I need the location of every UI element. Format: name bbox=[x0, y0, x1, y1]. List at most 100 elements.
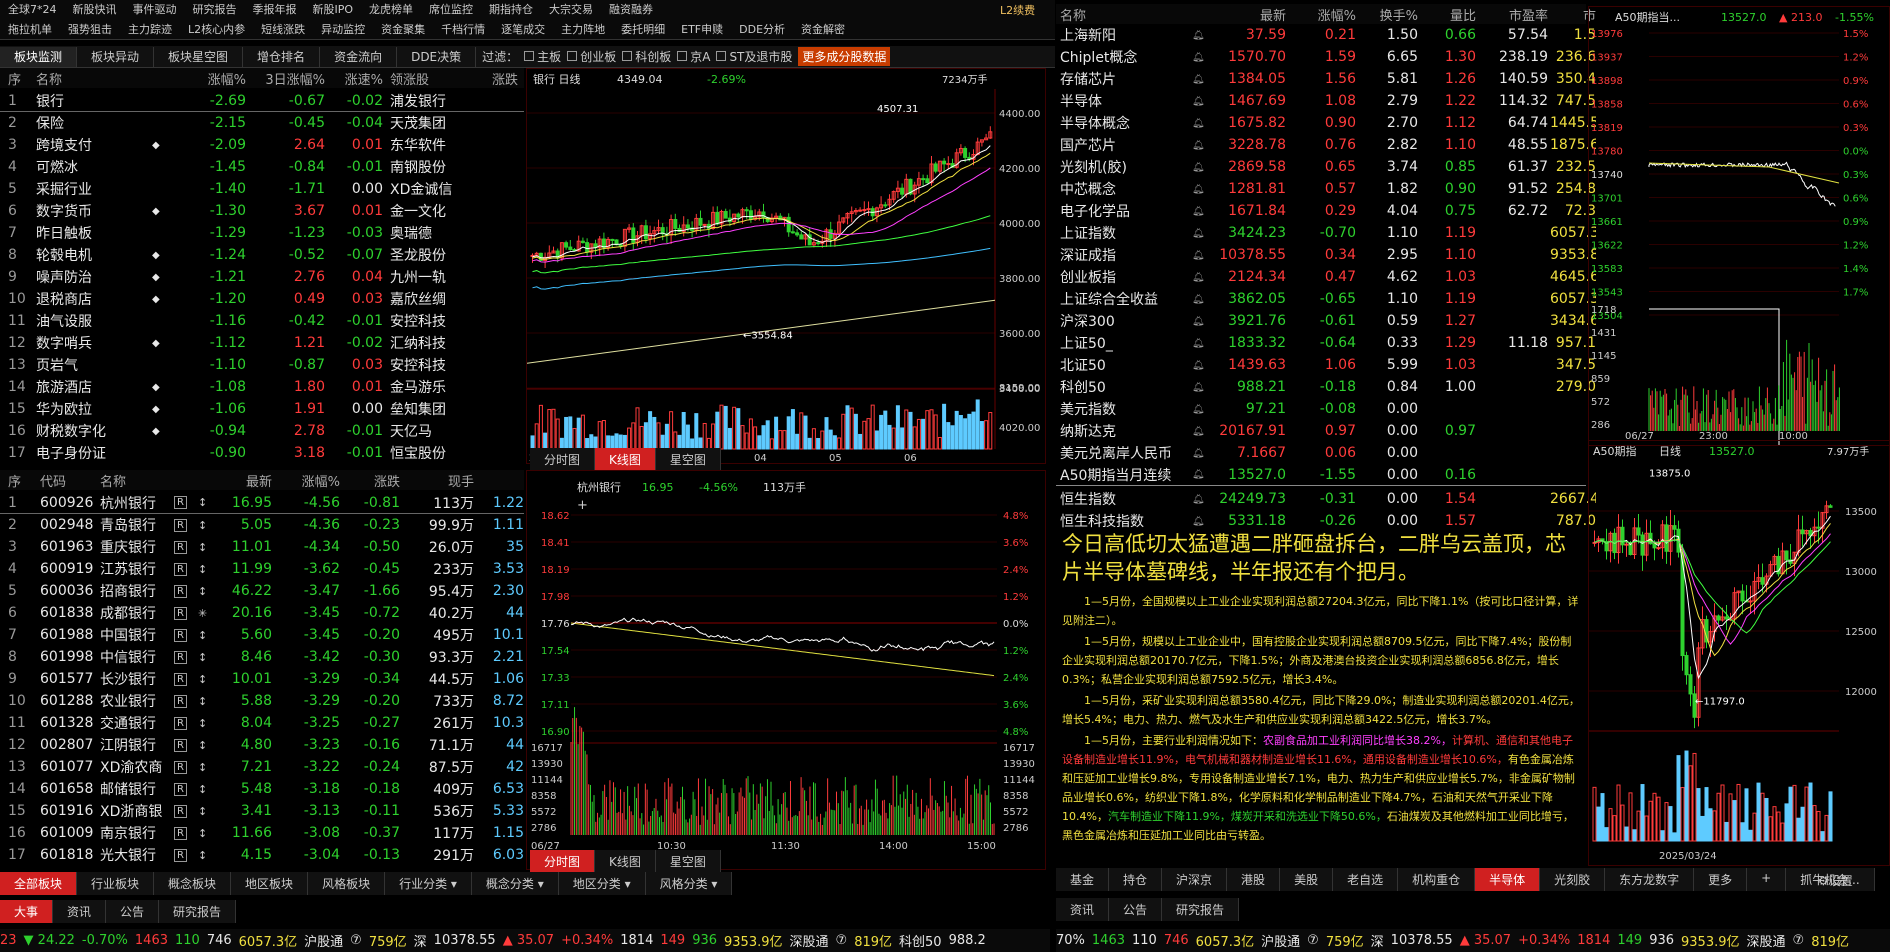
sector-row[interactable]: 17 电子身份证 -0.90 3.18 -0.01 恒宝股份 bbox=[0, 442, 524, 464]
bell-icon[interactable]: 🔔︎ bbox=[1192, 382, 1205, 393]
watch-tab-10[interactable]: 更多 bbox=[1694, 868, 1748, 891]
index-row[interactable]: 国产芯片 3228.78 0.76 2.82 1.10 48.55 1875.6 🔔︎ bbox=[1056, 134, 1596, 156]
bell-icon[interactable]: 🔔︎ bbox=[1192, 294, 1205, 305]
tab-3[interactable]: 增仓排名 bbox=[243, 47, 321, 67]
a50-intraday-chart[interactable]: A50期指当... 13527.0 ▲ 213.0 -1.55% 13976 13937 1… bbox=[1589, 7, 1889, 447]
index-row[interactable]: 上海新阳 37.59 0.21 1.50 0.66 57.54 1.5 🔔︎ bbox=[1056, 24, 1596, 46]
sector-header-2[interactable]: 涨幅% bbox=[176, 69, 246, 88]
checkbox-4[interactable] bbox=[716, 51, 727, 61]
stock-row[interactable]: 17 601818 光大银行 4.15 -3.04 -0.13 291万 6.03 R ↕ bbox=[0, 844, 524, 866]
menu2-item-4[interactable]: 短线涨跌 bbox=[253, 21, 313, 37]
index-row[interactable]: 存储芯片 1384.05 1.56 5.81 1.26 140.59 350.4 🔔︎ bbox=[1056, 68, 1596, 90]
checkbox-2[interactable] bbox=[622, 51, 633, 61]
watch-tab-6[interactable]: 机构重仓 bbox=[1398, 868, 1476, 891]
watch-tab-3[interactable]: 港股 bbox=[1227, 868, 1281, 891]
sector-row[interactable]: 8 轮毂电机 -1.24 -0.52 -0.07 圣龙股份 ◆ bbox=[0, 244, 524, 266]
kline-tab-0[interactable]: 分时图 bbox=[530, 448, 596, 471]
index-row[interactable]: 科创50 988.21 -0.18 0.84 1.00 279.0 🔔︎ bbox=[1056, 376, 1596, 398]
bell-icon[interactable]: 🔔︎ bbox=[1192, 469, 1205, 480]
board-tab-0[interactable]: 全部板块 bbox=[0, 872, 78, 895]
tab-5[interactable]: DDE决策 bbox=[397, 47, 477, 67]
menu-item-9[interactable]: 大宗交易 bbox=[541, 1, 601, 17]
intraday-chart[interactable]: 杭州银行 16.95 -4.56% 113万手 +18.62 18.41 18.19 17.9… bbox=[527, 471, 1045, 869]
menu2-item-7[interactable]: 千档行情 bbox=[433, 21, 493, 37]
rinfo-tab-2[interactable]: 研究报告 bbox=[1162, 898, 1240, 921]
stock-header-0[interactable]: 序 bbox=[8, 471, 38, 490]
watch-tab-1[interactable]: 持仓 bbox=[1109, 868, 1163, 891]
index-row[interactable]: 上证指数 3424.23 -0.70 1.10 1.19 6057.3 🔔︎ bbox=[1056, 222, 1596, 244]
more-data-button[interactable]: 更多成分股数据 bbox=[798, 47, 891, 66]
bell-icon[interactable]: 🔔︎ bbox=[1192, 118, 1205, 129]
menu2-item-5[interactable]: 异动监控 bbox=[313, 21, 373, 37]
stock-row[interactable]: 3 601963 重庆银行 11.01 -4.34 -0.50 26.0万 35 R ↕ bbox=[0, 536, 524, 558]
sector-row[interactable]: 4 可燃冰 -1.45 -0.84 -0.01 南钢股份 bbox=[0, 156, 524, 178]
menu-item-2[interactable]: 事件驱动 bbox=[125, 1, 185, 17]
board-tab-1[interactable]: 行业板块 bbox=[77, 872, 155, 895]
watch-tab-0[interactable]: 基金 bbox=[1056, 868, 1110, 891]
board-tab-3[interactable]: 地区板块 bbox=[231, 872, 309, 895]
sector-row[interactable]: 10 退税商店 -1.20 0.49 0.03 嘉欣丝绸 ◆ bbox=[0, 288, 524, 310]
menu-item-0[interactable]: 全球7*24 bbox=[0, 1, 65, 17]
menu2-item-8[interactable]: 逐笔成交 bbox=[493, 21, 553, 37]
index-row[interactable]: A50期指当月连续 13527.0 -1.55 0.00 0.16 🔔︎ bbox=[1056, 464, 1586, 486]
stock-row[interactable]: 2 002948 青岛银行 5.05 -4.36 -0.23 99.9万 1.11 R ↕ bbox=[0, 514, 524, 536]
stock-row[interactable]: 14 601658 邮储银行 5.48 -3.18 -0.18 409万 6.53 R ↕ bbox=[0, 778, 524, 800]
stock-row[interactable]: 7 601988 中国银行 5.60 -3.45 -0.20 495万 10.1 R ↕ bbox=[0, 624, 524, 646]
stock-row[interactable]: 10 601288 农业银行 5.88 -3.29 -0.20 733万 8.72 R ↕ bbox=[0, 690, 524, 712]
info-tab-2[interactable]: 公告 bbox=[106, 900, 160, 923]
stock-row[interactable]: 5 600036 招商银行 46.22 -3.47 -1.66 95.4万 2.30 R ↕ bbox=[0, 580, 524, 602]
menu-item-5[interactable]: 新股IPO bbox=[305, 1, 362, 17]
sector-row[interactable]: 13 页岩气 -1.10 -0.87 0.03 安控科技 bbox=[0, 354, 524, 376]
checkbox-3[interactable] bbox=[677, 51, 688, 61]
menu2-item-6[interactable]: 资金聚集 bbox=[373, 21, 433, 37]
stock-header-1[interactable]: 代码 bbox=[40, 471, 100, 490]
settings-button[interactable]: ⚙设置 bbox=[1818, 872, 1853, 889]
board-tab-2[interactable]: 概念板块 bbox=[154, 872, 232, 895]
index-header-4[interactable]: 量比 bbox=[1420, 5, 1476, 24]
tab-1[interactable]: 板块异动 bbox=[77, 47, 155, 67]
intraday-tab-0[interactable]: 分时图 bbox=[530, 850, 596, 873]
sector-row[interactable]: 9 噪声防治 -1.21 2.76 0.04 九州一轨 ◆ bbox=[0, 266, 524, 288]
sector-row[interactable]: 1 银行 -2.69 -0.67 -0.02 浦发银行 bbox=[0, 90, 524, 112]
l2-renew[interactable]: L2续费 bbox=[1000, 2, 1035, 18]
watch-tab-7[interactable]: 半导体 bbox=[1475, 868, 1541, 891]
sector-row[interactable]: 15 华为欧拉 -1.06 1.91 0.00 垒知集团 ◆ bbox=[0, 398, 524, 420]
bell-icon[interactable]: 🔔︎ bbox=[1192, 206, 1205, 217]
stock-row[interactable]: 9 601577 长沙银行 10.01 -3.29 -0.34 44.5万 1.06 R ↕ bbox=[0, 668, 524, 690]
menu2-item-0[interactable]: 拖拉机单 bbox=[0, 21, 60, 37]
sector-row[interactable]: 12 数字哨兵 -1.12 1.21 -0.02 汇纳科技 ◆ bbox=[0, 332, 524, 354]
stock-row[interactable]: 12 002807 江阴银行 4.80 -3.23 -0.16 71.1万 44 R ↕ bbox=[0, 734, 524, 756]
stock-header-6[interactable]: 现手 bbox=[400, 471, 474, 490]
info-tab-3[interactable]: 研究报告 bbox=[159, 900, 237, 923]
index-row[interactable]: 上证综合全收益 3862.05 -0.65 1.10 1.19 6057.3 🔔︎ bbox=[1056, 288, 1596, 310]
index-row[interactable]: 创业板指 2124.34 0.47 4.62 1.03 4645.6 🔔︎ bbox=[1056, 266, 1596, 288]
checkbox-0[interactable] bbox=[524, 51, 535, 61]
bell-icon[interactable]: 🔔︎ bbox=[1192, 404, 1205, 415]
menu-item-8[interactable]: 期指持仓 bbox=[481, 1, 541, 17]
bell-icon[interactable]: 🔔︎ bbox=[1192, 162, 1205, 173]
index-row[interactable]: Chiplet概念 1570.70 1.59 6.65 1.30 238.19 236.6 🔔… bbox=[1056, 46, 1596, 68]
kline-tab-2[interactable]: 星空图 bbox=[655, 448, 721, 471]
index-row[interactable]: 光刻机(胶) 2869.58 0.65 3.74 0.85 61.37 232.5 🔔︎ bbox=[1056, 156, 1596, 178]
index-header-0[interactable]: 名称 bbox=[1060, 5, 1210, 24]
bell-icon[interactable]: 🔔︎ bbox=[1192, 338, 1205, 349]
index-row[interactable]: 美元指数 97.21 -0.08 0.00 🔔︎ bbox=[1056, 398, 1586, 420]
menu2-item-1[interactable]: 强势狙击 bbox=[60, 21, 120, 37]
stock-header-5[interactable]: 涨跌 bbox=[344, 471, 400, 490]
stock-header-4[interactable]: 涨幅% bbox=[276, 471, 340, 490]
kline-chart[interactable]: 银行 日线 4349.04 -2.69% 7234万手 4400.00 4200.00 40… bbox=[526, 69, 1045, 464]
index-row[interactable]: 恒生指数 24249.73 -0.31 0.00 1.54 2667.4 🔔︎ bbox=[1056, 488, 1596, 510]
info-tab-1[interactable]: 资讯 bbox=[53, 900, 107, 923]
bell-icon[interactable]: 🔔︎ bbox=[1192, 426, 1205, 437]
stock-row[interactable]: 6 601838 成都银行 20.16 -3.45 -0.72 40.2万 44 R ✳ bbox=[0, 602, 524, 624]
bell-icon[interactable]: 🔔︎ bbox=[1192, 360, 1205, 371]
menu2-item-11[interactable]: ETF申赎 bbox=[673, 21, 731, 37]
stock-header-3[interactable]: 最新 bbox=[214, 471, 272, 490]
board-tab-7[interactable]: 地区分类 ▾ bbox=[558, 872, 646, 895]
index-row[interactable]: 上证50_ 1833.32 -0.64 0.33 1.29 11.18 957.1 🔔︎ bbox=[1056, 332, 1596, 354]
stock-row[interactable]: 11 601328 交通银行 8.04 -3.25 -0.27 261万 10.3 R ↕ bbox=[0, 712, 524, 734]
sector-header-5[interactable]: 领涨股 bbox=[390, 69, 490, 88]
intraday-tab-1[interactable]: K线图 bbox=[595, 850, 656, 873]
bell-icon[interactable]: 🔔︎ bbox=[1192, 52, 1205, 63]
stock-row[interactable]: 15 601916 XD浙商银 3.41 -3.13 -0.11 536万 5.33 R ↕ bbox=[0, 800, 524, 822]
